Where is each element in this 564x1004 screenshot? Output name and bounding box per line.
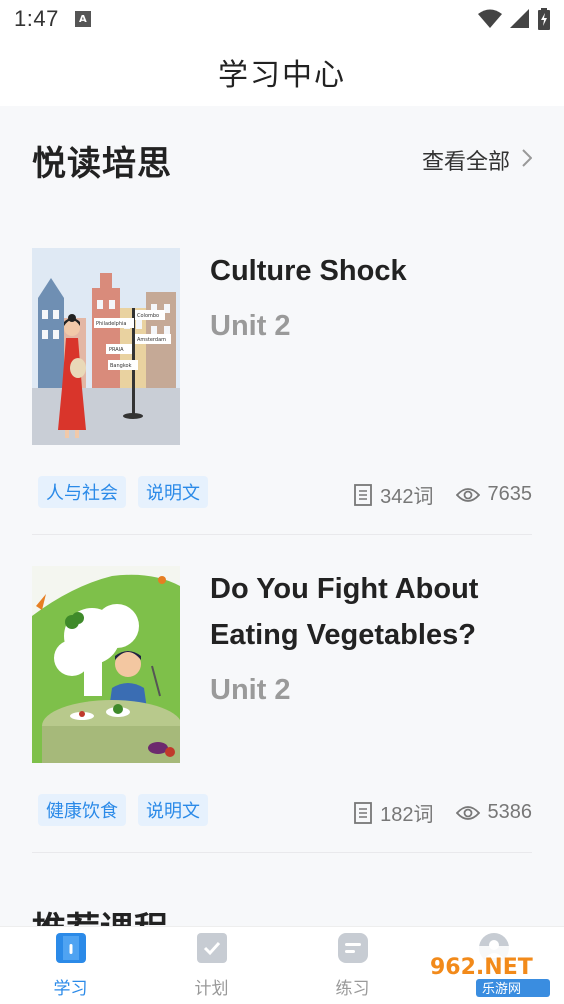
watermark-logo: 962.NET 乐游网 <box>424 946 556 1000</box>
sign-label: Colombo <box>137 313 159 319</box>
view-all-button[interactable]: 查看全部 <box>421 144 533 176</box>
divider <box>32 534 532 535</box>
tag-badge: 说明文 <box>138 476 208 508</box>
sign-label: Philadelphia <box>96 321 126 327</box>
book-title[interactable]: Do You Fight About <box>210 566 478 612</box>
signal-icon <box>510 9 529 28</box>
word-count: 182词 <box>380 804 434 826</box>
view-count: 7635 <box>487 483 533 505</box>
document-icon <box>354 483 373 506</box>
tag-list: 健康饮食 说明文 <box>38 794 208 826</box>
a-icon: A <box>74 11 91 27</box>
wifi-icon <box>478 9 502 28</box>
tag-list: 人与社会 说明文 <box>38 476 208 508</box>
tag-badge: 人与社会 <box>38 476 126 508</box>
status-indicators <box>478 8 550 30</box>
eye-icon <box>455 487 480 503</box>
tab-label: 练习 <box>335 979 370 999</box>
page-title: 学习中心 <box>0 38 564 106</box>
main-content: 悦读培思 查看全部 Philadelphia Colombo PRAIA Ams… <box>0 106 564 926</box>
eye-icon <box>455 805 480 821</box>
book-stats: 182词 5386 <box>354 798 532 827</box>
status-time: 1:47 <box>14 6 59 31</box>
book-cover-image[interactable]: Philadelphia Colombo PRAIA Amsterdam Ban… <box>32 248 180 445</box>
battery-icon <box>538 8 550 30</box>
book-unit: Unit 2 <box>210 674 291 706</box>
divider <box>32 852 532 853</box>
tab-plan[interactable]: 计划 <box>141 927 282 1004</box>
word-count: 342词 <box>380 486 434 508</box>
document-icon <box>354 801 373 824</box>
section-header: 悦读培思 查看全部 <box>32 138 533 184</box>
book-unit: Unit 2 <box>210 310 291 342</box>
watermark-subtext: 乐游网 <box>482 982 521 997</box>
view-count: 5386 <box>487 801 533 823</box>
view-all-label: 查看全部 <box>421 150 510 175</box>
tab-label: 学习 <box>53 979 88 999</box>
sign-label: Bangkok <box>110 363 132 369</box>
calendar-check-icon <box>196 932 228 968</box>
section-title: 推荐课程 <box>32 902 168 926</box>
sign-label: PRAIA <box>109 347 124 353</box>
chevron-right-icon <box>522 148 533 173</box>
section-title: 悦读培思 <box>32 143 172 184</box>
status-bar: 1:47 A <box>0 0 564 38</box>
sign-label: Amsterdam <box>137 337 166 343</box>
book-title[interactable]: Culture Shock <box>210 248 407 294</box>
book-card[interactable]: Philadelphia Colombo PRAIA Amsterdam Ban… <box>32 248 532 538</box>
tag-badge: 健康饮食 <box>38 794 126 826</box>
watermark-text: 962.NET <box>430 955 533 980</box>
tag-badge: 说明文 <box>138 794 208 826</box>
tab-label: 计划 <box>194 979 229 999</box>
book-icon <box>55 932 87 968</box>
exercise-icon <box>337 932 369 968</box>
book-card[interactable]: Do You Fight About Eating Vegetables? Un… <box>32 566 532 856</box>
tab-study[interactable]: 学习 <box>0 927 141 1004</box>
book-stats: 342词 7635 <box>354 480 532 509</box>
book-cover-image[interactable] <box>32 566 180 763</box>
book-title-line-2[interactable]: Eating Vegetables? <box>210 612 476 658</box>
tab-practice[interactable]: 练习 <box>282 927 423 1004</box>
